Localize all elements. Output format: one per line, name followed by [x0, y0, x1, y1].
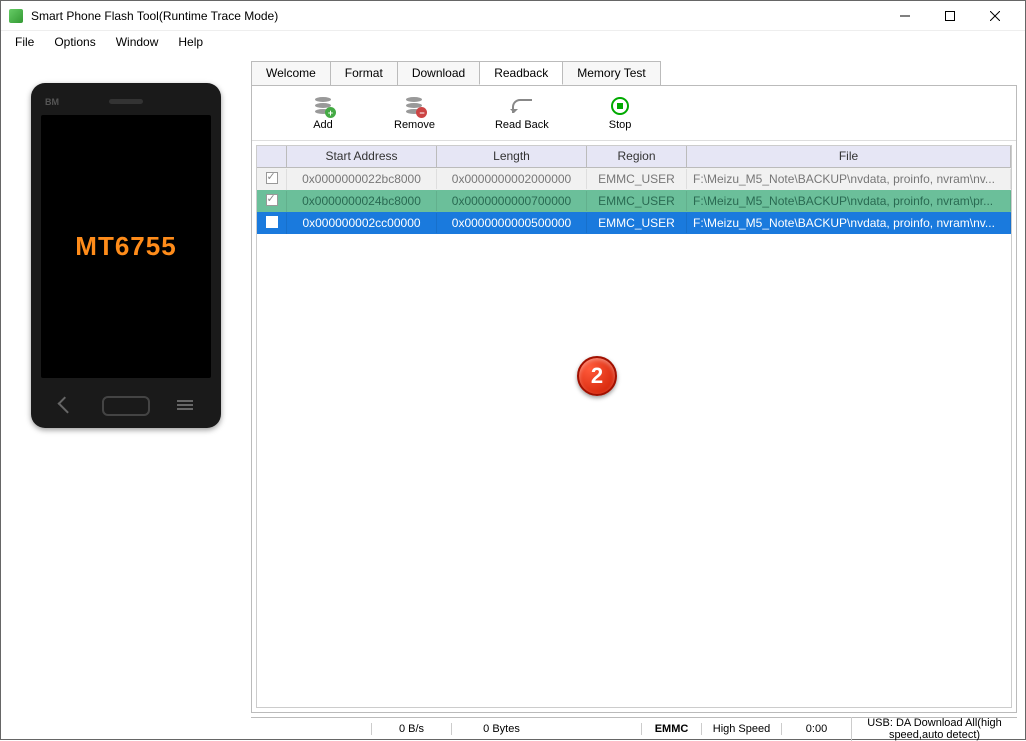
tab-format[interactable]: Format [330, 61, 398, 85]
phone-chip: MT6755 [75, 231, 176, 262]
status-bytes: 0 Bytes [451, 723, 551, 735]
status-time: 0:00 [781, 723, 851, 735]
phone-back-icon [58, 397, 75, 414]
cell-length: 0x0000000000500000 [437, 213, 587, 233]
tab-bar: Welcome Format Download Readback Memory … [251, 61, 1017, 85]
tab-readback[interactable]: Readback [479, 61, 563, 85]
add-button[interactable]: + Add [312, 95, 334, 131]
table-header: Start Address Length Region File [257, 146, 1011, 168]
col-length[interactable]: Length [437, 146, 587, 167]
toolbar: + Add − Remove Read Back Stop [252, 86, 1016, 141]
titlebar: Smart Phone Flash Tool(Runtime Trace Mod… [1, 1, 1025, 31]
menu-help[interactable]: Help [170, 33, 211, 51]
phone-screen: MT6755 [41, 115, 211, 378]
row-checkbox[interactable] [266, 194, 278, 206]
status-speed: High Speed [701, 723, 781, 735]
cell-start: 0x0000000024bc8000 [287, 191, 437, 211]
cell-region: EMMC_USER [587, 213, 687, 233]
database-add-icon: + [315, 97, 331, 115]
cell-file: F:\Meizu_M5_Note\BACKUP\nvdata, proinfo,… [687, 213, 1011, 233]
col-checkbox [257, 146, 287, 167]
phone-brand: BM [45, 97, 59, 107]
cell-length: 0x0000000000700000 [437, 191, 587, 211]
cell-length: 0x0000000002000000 [437, 169, 587, 189]
cell-start: 0x0000000022bc8000 [287, 169, 437, 189]
app-icon [9, 9, 23, 23]
cell-region: EMMC_USER [587, 191, 687, 211]
phone-preview: BM MT6755 [31, 83, 221, 428]
table-row[interactable]: 0x0000000022bc8000 0x0000000002000000 EM… [257, 168, 1011, 190]
menubar: File Options Window Help [1, 31, 1025, 53]
cell-region: EMMC_USER [587, 169, 687, 189]
sidebar: BM MT6755 [1, 53, 251, 739]
readback-icon [512, 99, 532, 113]
menu-options[interactable]: Options [46, 33, 103, 51]
col-start[interactable]: Start Address [287, 146, 437, 167]
row-checkbox[interactable] [266, 216, 278, 228]
col-file[interactable]: File [687, 146, 1011, 167]
readback-table: Start Address Length Region File 0x00000… [256, 145, 1012, 708]
col-region[interactable]: Region [587, 146, 687, 167]
table-row[interactable]: 0x000000002cc00000 0x0000000000500000 EM… [257, 212, 1011, 234]
maximize-button[interactable] [927, 2, 972, 30]
remove-button[interactable]: − Remove [394, 95, 435, 131]
callout-badge: 2 [577, 356, 617, 396]
cell-start: 0x000000002cc00000 [287, 213, 437, 233]
phone-earpiece [109, 99, 143, 104]
readback-panel: + Add − Remove Read Back Stop [251, 85, 1017, 713]
cell-file: F:\Meizu_M5_Note\BACKUP\nvdata, proinfo,… [687, 191, 1011, 211]
menu-file[interactable]: File [7, 33, 42, 51]
tab-download[interactable]: Download [397, 61, 480, 85]
status-memory: EMMC [641, 723, 701, 735]
row-checkbox[interactable] [266, 172, 278, 184]
readback-button[interactable]: Read Back [495, 95, 549, 131]
status-bar: 0 B/s 0 Bytes EMMC High Speed 0:00 USB: … [251, 717, 1017, 739]
database-remove-icon: − [406, 97, 422, 115]
window-title: Smart Phone Flash Tool(Runtime Trace Mod… [31, 9, 882, 23]
tab-welcome[interactable]: Welcome [251, 61, 331, 85]
tab-memory-test[interactable]: Memory Test [562, 61, 660, 85]
app-window: Smart Phone Flash Tool(Runtime Trace Mod… [0, 0, 1026, 740]
phone-home-icon [102, 396, 150, 416]
cell-file: F:\Meizu_M5_Note\BACKUP\nvdata, proinfo,… [687, 169, 1011, 189]
minimize-button[interactable] [882, 2, 927, 30]
status-usb: USB: DA Download All(high speed,auto det… [851, 717, 1017, 741]
phone-menu-icon [177, 398, 193, 412]
stop-button[interactable]: Stop [609, 95, 632, 131]
stop-icon [611, 97, 629, 115]
menu-window[interactable]: Window [108, 33, 167, 51]
close-button[interactable] [972, 2, 1017, 30]
table-row[interactable]: 0x0000000024bc8000 0x0000000000700000 EM… [257, 190, 1011, 212]
status-rate: 0 B/s [371, 723, 451, 735]
